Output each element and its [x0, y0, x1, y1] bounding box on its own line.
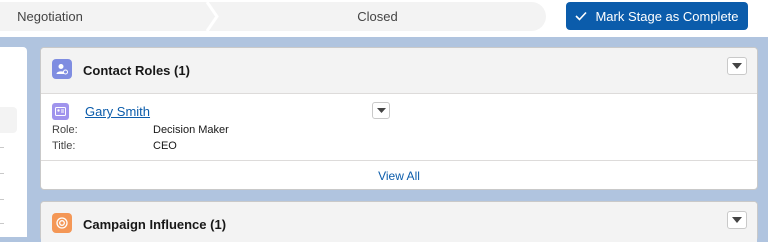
title-label: Title: [52, 140, 76, 152]
chevron-down-icon [732, 63, 742, 69]
campaign-influence-title[interactable]: Campaign Influence (1) [83, 217, 226, 232]
path-stage-closed[interactable]: Closed [215, 2, 540, 31]
campaign-influence-card: Campaign Influence (1) [40, 201, 758, 242]
campaign-influence-menu-button[interactable] [727, 211, 747, 229]
path-track: Negotiation Closed [0, 2, 546, 31]
campaign-influence-header: Campaign Influence (1) [41, 202, 757, 242]
left-panel-divider [0, 147, 4, 148]
contact-tile-menu-button[interactable] [372, 102, 390, 119]
chevron-down-icon [376, 108, 386, 113]
left-panel-selected-item[interactable] [0, 107, 17, 133]
contact-roles-menu-button[interactable] [727, 57, 747, 75]
contact-roles-footer: View All [41, 160, 757, 191]
left-panel-divider [0, 173, 4, 174]
contact-roles-header: Contact Roles (1) [41, 48, 757, 94]
role-value: Decision Maker [153, 124, 229, 136]
contact-roles-card: Contact Roles (1) Gary Smith Role: Decis… [40, 47, 758, 190]
contact-name-link[interactable]: Gary Smith [85, 104, 150, 119]
opportunity-path: Negotiation Closed Mark Stage as Complet… [0, 0, 768, 37]
title-value: CEO [153, 140, 177, 152]
contact-roles-title[interactable]: Contact Roles (1) [83, 63, 190, 78]
view-all-link[interactable]: View All [378, 169, 420, 183]
checkmark-icon [575, 11, 588, 21]
role-label: Role: [52, 124, 78, 136]
mark-stage-complete-label: Mark Stage as Complete [595, 8, 739, 24]
left-panel-divider [0, 223, 4, 224]
left-panel-divider [0, 199, 4, 200]
campaign-icon [52, 213, 72, 233]
contact-roles-icon [52, 59, 72, 79]
chevron-down-icon [732, 217, 742, 223]
left-panel [0, 47, 27, 237]
contact-icon [52, 103, 69, 120]
mark-stage-complete-button[interactable]: Mark Stage as Complete [566, 2, 748, 30]
path-stage-negotiation[interactable]: Negotiation [0, 2, 100, 31]
